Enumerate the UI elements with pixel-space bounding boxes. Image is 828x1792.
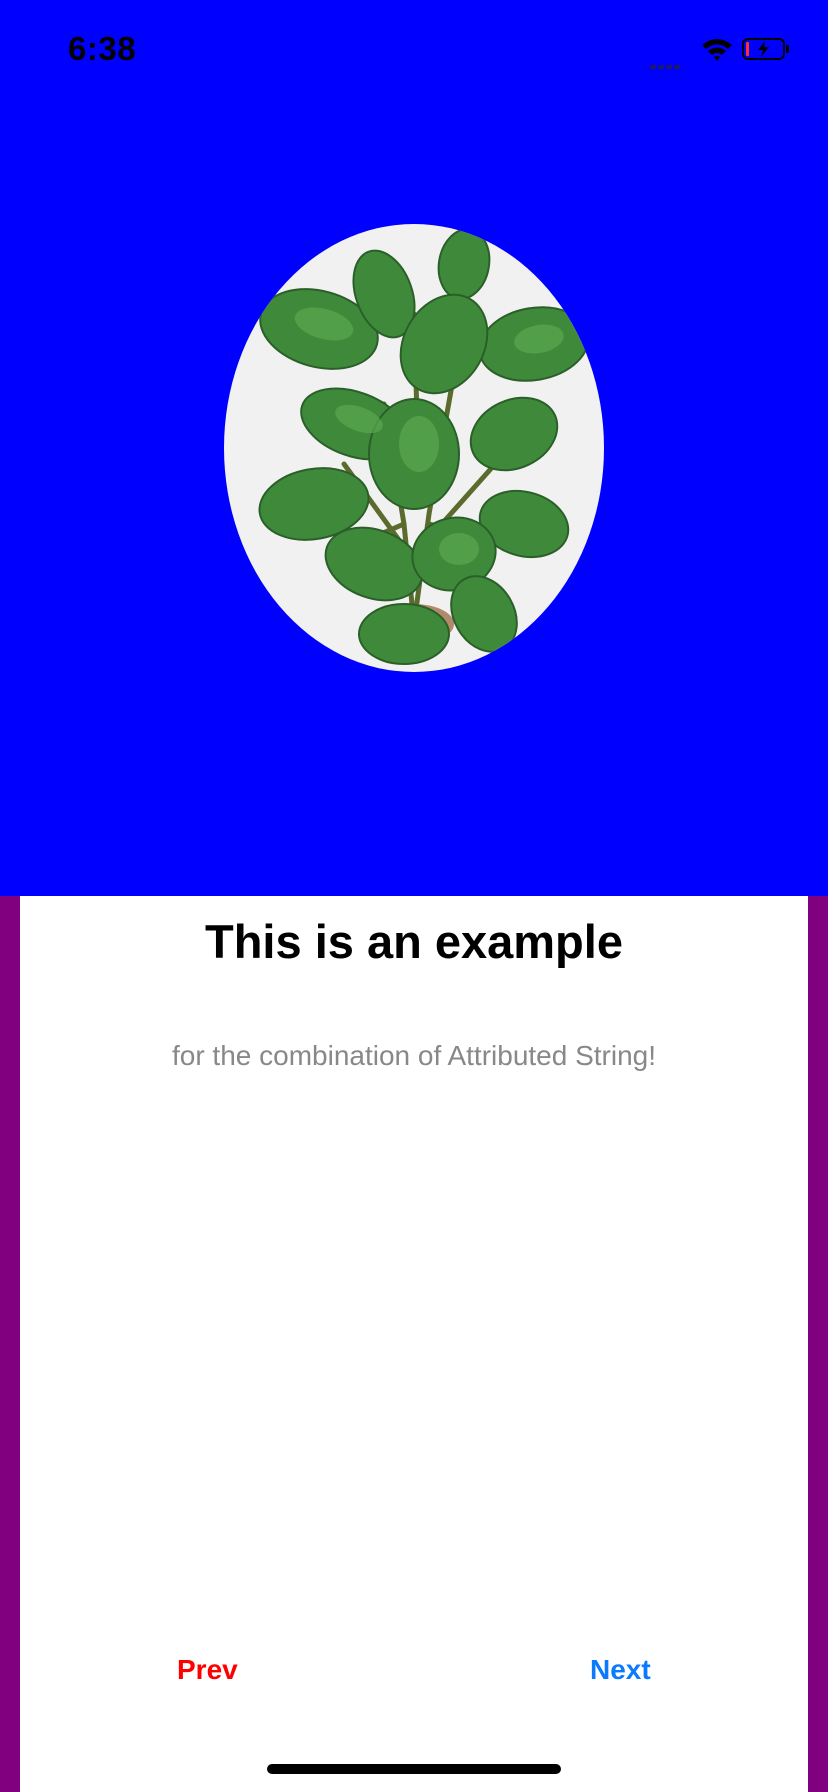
status-bar: 6:38	[0, 0, 828, 100]
status-time: 6:38	[68, 30, 137, 67]
next-button[interactable]: Next	[590, 1654, 651, 1686]
wifi-icon	[702, 39, 732, 61]
cell-signal-icon	[650, 56, 690, 69]
content-card	[20, 896, 808, 1792]
home-indicator[interactable]	[267, 1764, 561, 1774]
battery-charging-icon	[742, 38, 789, 60]
hero-panel: 6:38	[0, 0, 828, 896]
onboarding-screen: 6:38 This is an example for the combinat…	[0, 0, 828, 1792]
plant-image	[224, 224, 604, 672]
page-title: This is an example	[205, 915, 623, 968]
prev-button[interactable]: Prev	[177, 1654, 238, 1686]
page-subtitle: for the combination of Attributed String…	[171, 1040, 657, 1071]
